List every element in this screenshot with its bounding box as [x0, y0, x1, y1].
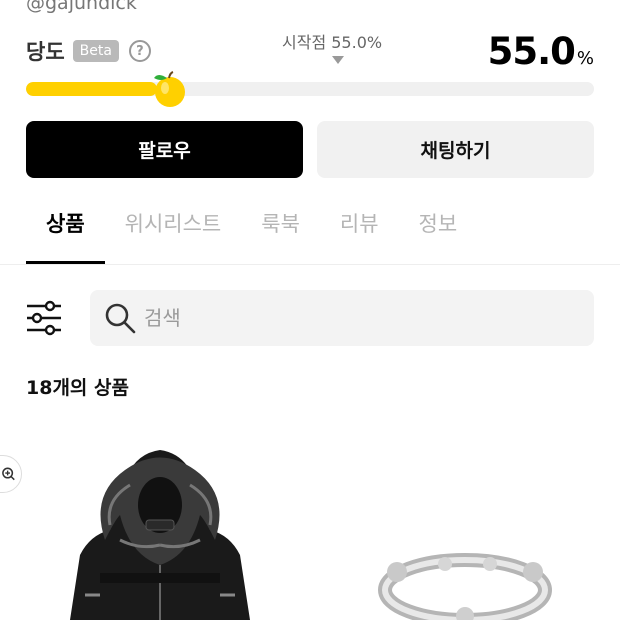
tab-info[interactable]: 정보 [399, 208, 478, 264]
start-point-marker-icon [332, 56, 344, 64]
product-image-ring[interactable] [375, 540, 555, 620]
sweetness-label: 당도 [26, 40, 65, 64]
username: @gajundick [26, 0, 137, 14]
profile-tabs: 상품 위시리스트 룩북 리뷰 정보 [26, 208, 477, 264]
sweetness-progress-bar [26, 82, 594, 96]
search-input[interactable] [144, 306, 564, 330]
tab-products[interactable]: 상품 [26, 208, 105, 264]
sweetness-progress-fill [26, 82, 157, 96]
tabs-divider [0, 264, 620, 265]
tab-wishlist[interactable]: 위시리스트 [105, 208, 242, 264]
sweetness-header: 당도 Beta ? [26, 36, 151, 66]
product-image-jacket[interactable] [50, 445, 270, 620]
zoom-in-icon[interactable] [0, 455, 22, 493]
search-icon [105, 303, 136, 334]
apple-icon [154, 71, 185, 107]
tab-reviews[interactable]: 리뷰 [320, 208, 399, 264]
filter-icon[interactable] [26, 298, 62, 338]
follow-button[interactable]: 팔로우 [26, 121, 303, 178]
tab-lookbook[interactable]: 룩북 [241, 208, 320, 264]
sweetness-number: 55.0 [487, 30, 576, 73]
product-count: 18개의 상품 [26, 377, 129, 399]
search-box [90, 290, 594, 346]
beta-badge: Beta [72, 40, 119, 62]
chat-button[interactable]: 채팅하기 [317, 121, 594, 178]
start-point-label: 시작점 55.0% [282, 33, 383, 52]
help-icon[interactable]: ? [128, 40, 151, 62]
sweetness-value: 55.0 % [488, 30, 594, 73]
sweetness-unit: % [576, 48, 594, 69]
